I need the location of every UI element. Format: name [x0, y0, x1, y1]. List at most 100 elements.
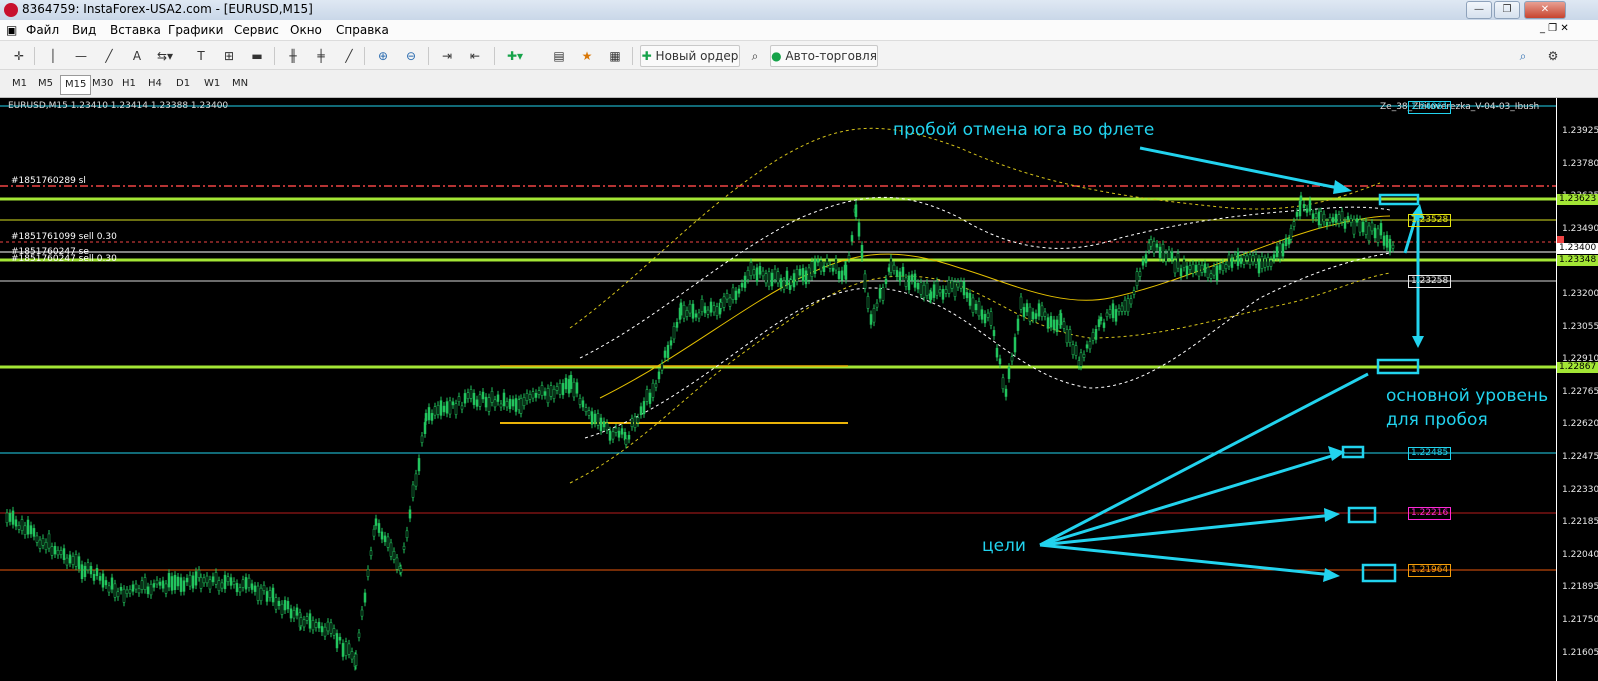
candle-body	[235, 583, 239, 593]
text-label-icon[interactable]: T	[190, 45, 212, 67]
rectangle-icon[interactable]: ▬	[246, 45, 268, 67]
candle-body	[1230, 257, 1234, 268]
templates-icon[interactable]: ▤	[548, 45, 570, 67]
candle-body	[767, 271, 771, 287]
candle-body	[5, 512, 9, 524]
candle-body	[770, 272, 774, 287]
menu-help[interactable]: Справка	[336, 23, 389, 37]
candle-body	[197, 569, 201, 578]
candle-body	[840, 270, 844, 281]
candle-body	[630, 418, 634, 427]
bar-chart-icon[interactable]: ╫	[282, 45, 304, 67]
community-icon[interactable]: ⚙	[1542, 45, 1564, 67]
toolbar: ✛ │ — ╱ A ⇆▾ T ⊞ ▬ ╫ ╪ ╱ ⊕ ⊖ ⇥ ⇤ ✚▾ ▤ ★ …	[0, 41, 1598, 70]
candle-body	[1052, 319, 1056, 330]
candle-body	[776, 271, 780, 284]
price-tick: 1.22620	[1562, 419, 1598, 430]
history-icon[interactable]: ⌕	[744, 45, 766, 67]
candle-body	[277, 600, 281, 606]
candle-body	[338, 636, 342, 641]
candle-body	[1227, 254, 1231, 267]
candle-body	[1173, 260, 1177, 274]
candle-body	[682, 304, 686, 319]
candle-body	[1209, 273, 1213, 279]
auto-trading-icon: ●	[771, 49, 782, 63]
menu-view[interactable]: Вид	[72, 23, 96, 37]
arrows-tool-icon[interactable]: ⇆▾	[154, 45, 176, 67]
indicators-icon[interactable]: ✚▾	[504, 45, 526, 67]
vertical-line-icon[interactable]: │	[42, 45, 64, 67]
menu-insert[interactable]: Вставка	[110, 23, 161, 37]
candle-body	[155, 579, 159, 585]
price-tick: 1.23925	[1562, 126, 1598, 136]
text-tool-icon[interactable]: A	[126, 45, 148, 67]
candle-body	[8, 512, 12, 522]
candle-body	[299, 617, 303, 627]
price-chart[interactable]: EURUSD,M15 1.23410 1.23414 1.23388 1.234…	[0, 98, 1598, 681]
candle-body	[1245, 255, 1249, 261]
tf-m5[interactable]: M5	[34, 75, 57, 93]
candle-body	[922, 284, 926, 298]
close-button[interactable]: ✕	[1524, 1, 1566, 19]
candle-body	[624, 438, 628, 445]
favorites-icon[interactable]: ★	[576, 45, 598, 67]
minimize-button[interactable]: —	[1466, 1, 1492, 19]
horizontal-line-icon[interactable]: —	[70, 45, 92, 67]
zoom-in-icon[interactable]: ⊕	[372, 45, 394, 67]
menu-window[interactable]: Окно	[290, 23, 322, 37]
tf-m15[interactable]: M15	[60, 75, 92, 95]
candle-body	[700, 299, 704, 313]
autoscroll-icon[interactable]: ⇥	[436, 45, 458, 67]
candle-body	[1224, 264, 1228, 269]
tf-d1[interactable]: D1	[172, 75, 194, 93]
zoom-out-icon[interactable]: ⊖	[400, 45, 422, 67]
inner-minimize-icon[interactable]: _ ❐ ✕	[1540, 23, 1569, 34]
candle-body	[575, 382, 579, 394]
chart-window-icon[interactable]: ▣	[6, 23, 17, 37]
candle-body	[430, 413, 434, 421]
candle-body	[534, 393, 538, 398]
candle-body	[86, 562, 90, 570]
menu-file[interactable]: Файл	[26, 23, 59, 37]
candle-body	[1343, 221, 1347, 229]
candle-body	[502, 392, 506, 407]
new-order-button[interactable]: ✚ Новый ордер	[640, 45, 740, 67]
auto-trading-button[interactable]: ● Авто-торговля	[770, 45, 878, 67]
tf-h4[interactable]: H4	[144, 75, 166, 93]
tf-mn[interactable]: MN	[228, 75, 252, 93]
candle-body	[125, 589, 129, 594]
trendline-icon[interactable]: ╱	[98, 45, 120, 67]
tf-h1[interactable]: H1	[118, 75, 140, 93]
candle-body	[360, 609, 364, 617]
navigator-icon[interactable]: ▦	[604, 45, 626, 67]
candle-body	[1317, 211, 1321, 226]
line-chart-icon[interactable]: ╱	[338, 45, 360, 67]
candle-body	[1031, 311, 1035, 320]
new-order-label: Новый ордер	[655, 49, 739, 63]
candle-body	[1292, 221, 1296, 227]
candle-body	[374, 518, 378, 526]
tf-w1[interactable]: W1	[200, 75, 224, 93]
candle-body	[731, 287, 735, 300]
maximize-button[interactable]: ❐	[1494, 1, 1520, 19]
candle-body	[1144, 254, 1148, 264]
candle-body	[519, 398, 523, 414]
fibonacci-icon[interactable]: ⊞	[218, 45, 240, 67]
crosshair-icon[interactable]: ✛	[8, 45, 30, 67]
candle-body	[1346, 216, 1350, 221]
candle-body	[26, 519, 30, 535]
chart-shift-icon[interactable]: ⇤	[464, 45, 486, 67]
chart-canvas[interactable]	[0, 98, 1598, 681]
candle-body	[986, 312, 990, 318]
candlestick-icon[interactable]: ╪	[310, 45, 332, 67]
tf-m30[interactable]: M30	[88, 75, 117, 93]
candle-body	[1013, 337, 1017, 353]
candle-body	[728, 297, 732, 307]
search-icon[interactable]: ⌕	[1512, 45, 1534, 67]
menu-charts[interactable]: Графики	[168, 23, 223, 37]
candle-body	[869, 314, 873, 325]
menu-tools[interactable]: Сервис	[234, 23, 279, 37]
candle-body	[901, 266, 905, 277]
tf-m1[interactable]: M1	[8, 75, 31, 93]
price-label-green: 1.23348	[1557, 255, 1598, 266]
